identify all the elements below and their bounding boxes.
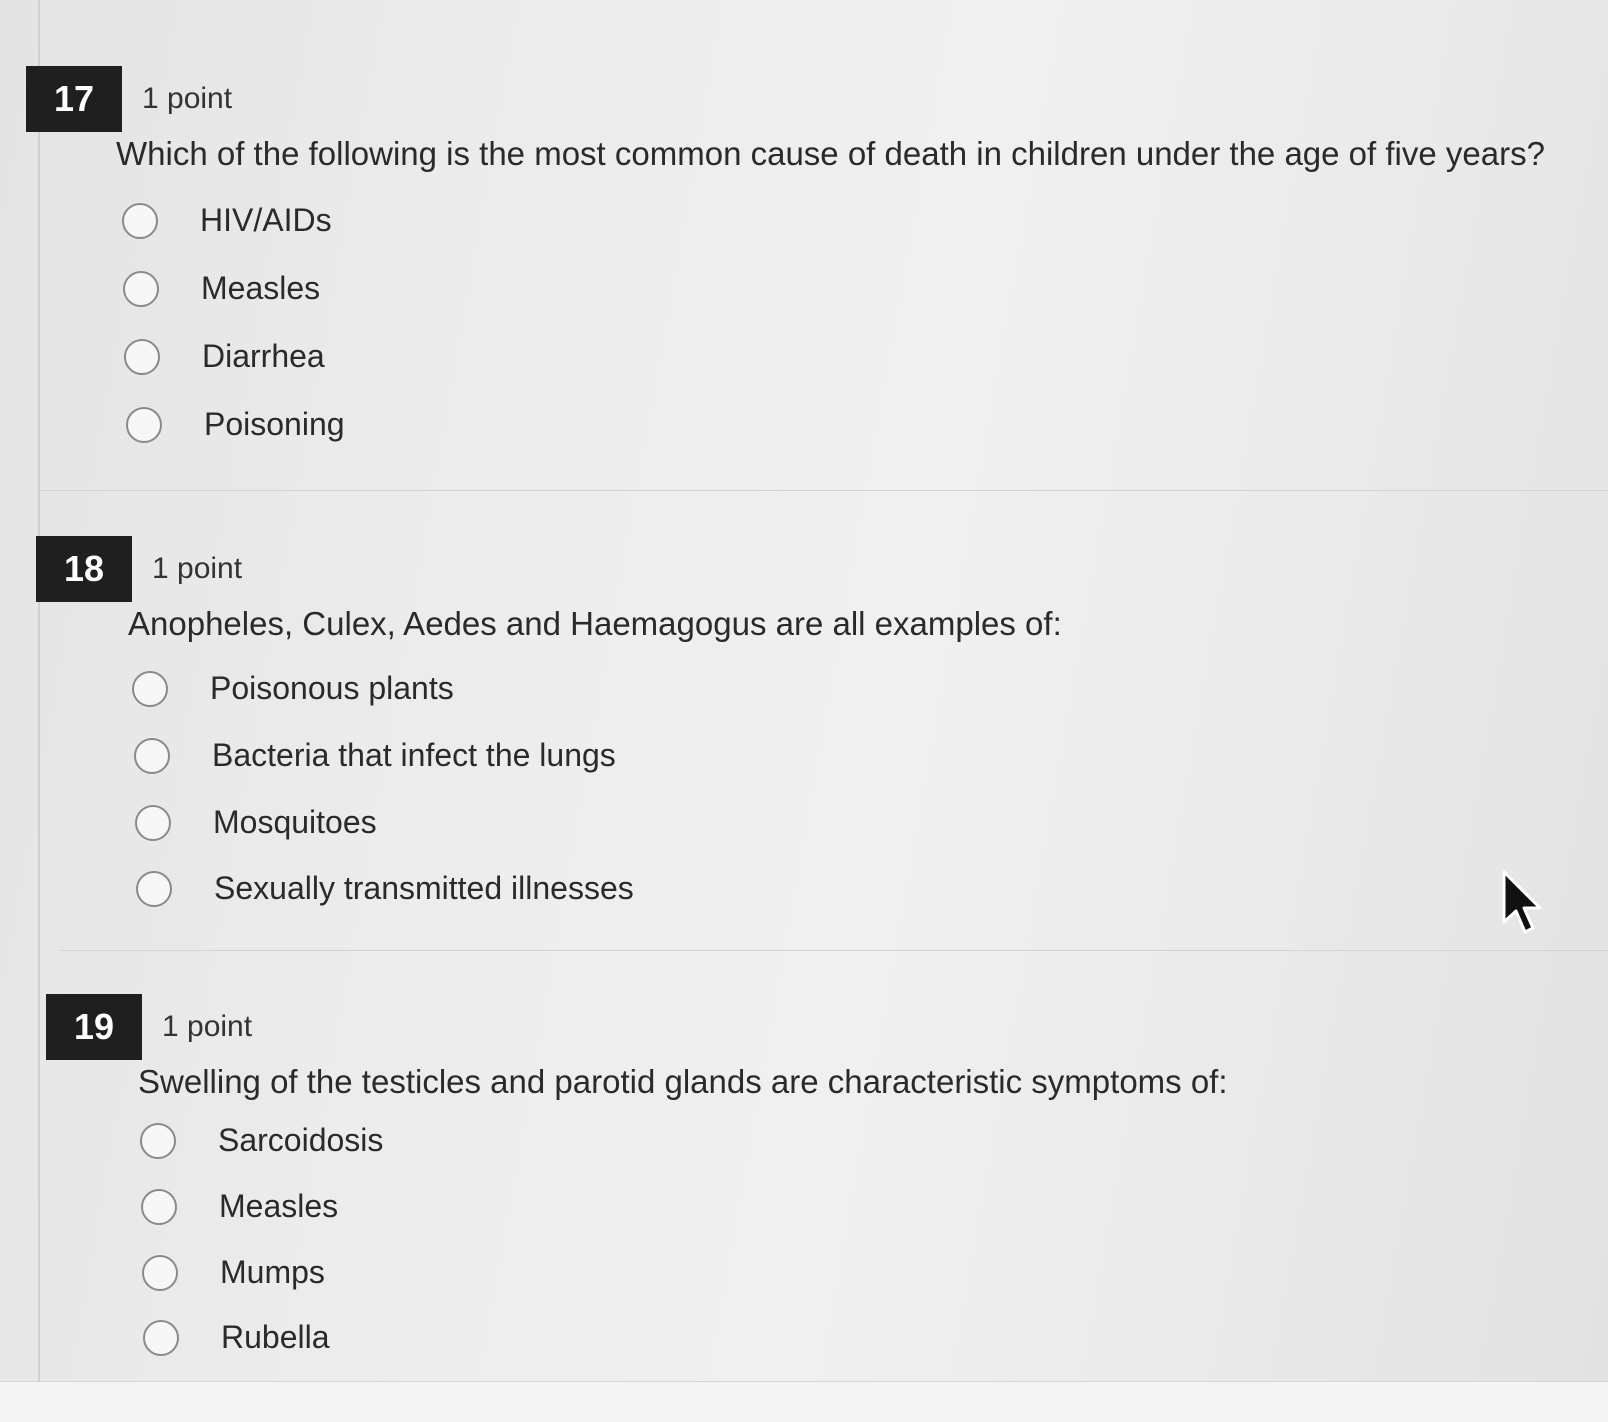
- answer-option-label: Rubella: [221, 1319, 330, 1355]
- radio-button-icon[interactable]: [134, 737, 170, 774]
- mouse-pointer-icon: [1502, 870, 1542, 934]
- answer-option[interactable]: Rubella: [143, 1319, 330, 1356]
- radio-button-icon[interactable]: [124, 338, 160, 375]
- answer-option-label: Diarrhea: [202, 338, 325, 374]
- answer-option-label: Poisoning: [204, 406, 345, 442]
- answer-option[interactable]: Sexually transmitted illnesses: [136, 870, 634, 907]
- question-header: 19 1 point: [46, 994, 252, 1060]
- answer-option-label: HIV/AIDs: [200, 202, 332, 238]
- question-text: Which of the following is the most commo…: [116, 135, 1545, 172]
- answer-option-label: Measles: [219, 1188, 339, 1224]
- answer-option-label: Mosquitoes: [213, 804, 377, 840]
- answer-option[interactable]: Mosquitoes: [135, 804, 377, 841]
- radio-button-icon[interactable]: [122, 202, 158, 239]
- radio-button-icon[interactable]: [126, 406, 162, 443]
- radio-button-icon[interactable]: [143, 1319, 179, 1356]
- radio-button-icon[interactable]: [132, 670, 168, 707]
- answer-option[interactable]: Measles: [141, 1188, 338, 1225]
- radio-button-icon[interactable]: [140, 1122, 176, 1159]
- question-number-badge: 18: [36, 536, 132, 602]
- answer-option-label: Poisonous plants: [210, 670, 454, 706]
- page-bottom-band: [0, 1381, 1608, 1422]
- answer-option-label: Measles: [201, 270, 321, 306]
- question-points: 1 point: [152, 552, 243, 585]
- answer-option-label: Mumps: [220, 1254, 325, 1290]
- answer-option[interactable]: Measles: [123, 270, 320, 307]
- radio-button-icon[interactable]: [136, 870, 172, 907]
- answer-option-label: Bacteria that infect the lungs: [212, 737, 616, 773]
- question-divider: [40, 490, 1608, 491]
- question-text: Swelling of the testicles and parotid gl…: [138, 1063, 1228, 1100]
- question-points: 1 point: [162, 1010, 253, 1043]
- quiz-page: 17 1 point Which of the following is the…: [0, 0, 1608, 1422]
- question-number-badge: 17: [26, 66, 122, 132]
- radio-button-icon[interactable]: [135, 804, 171, 841]
- answer-option[interactable]: Poisoning: [126, 406, 345, 443]
- radio-button-icon[interactable]: [142, 1254, 178, 1291]
- answer-option-label: Sexually transmitted illnesses: [214, 870, 634, 906]
- question-points: 1 point: [142, 82, 233, 115]
- radio-button-icon[interactable]: [141, 1188, 177, 1225]
- answer-option[interactable]: Poisonous plants: [132, 670, 454, 707]
- question-text: Anopheles, Culex, Aedes and Haemagogus a…: [128, 605, 1062, 642]
- answer-option[interactable]: Sarcoidosis: [140, 1122, 383, 1159]
- question-header: 17 1 point: [26, 66, 232, 132]
- question-number-badge: 19: [46, 994, 142, 1060]
- answer-option[interactable]: HIV/AIDs: [122, 202, 332, 239]
- radio-button-icon[interactable]: [123, 270, 159, 307]
- answer-option[interactable]: Diarrhea: [124, 338, 325, 375]
- question-divider: [60, 950, 1608, 951]
- answer-option[interactable]: Bacteria that infect the lungs: [134, 737, 616, 774]
- answer-option[interactable]: Mumps: [142, 1254, 325, 1291]
- question-header: 18 1 point: [36, 536, 242, 602]
- page-left-border: [38, 0, 40, 1422]
- answer-option-label: Sarcoidosis: [218, 1122, 384, 1158]
